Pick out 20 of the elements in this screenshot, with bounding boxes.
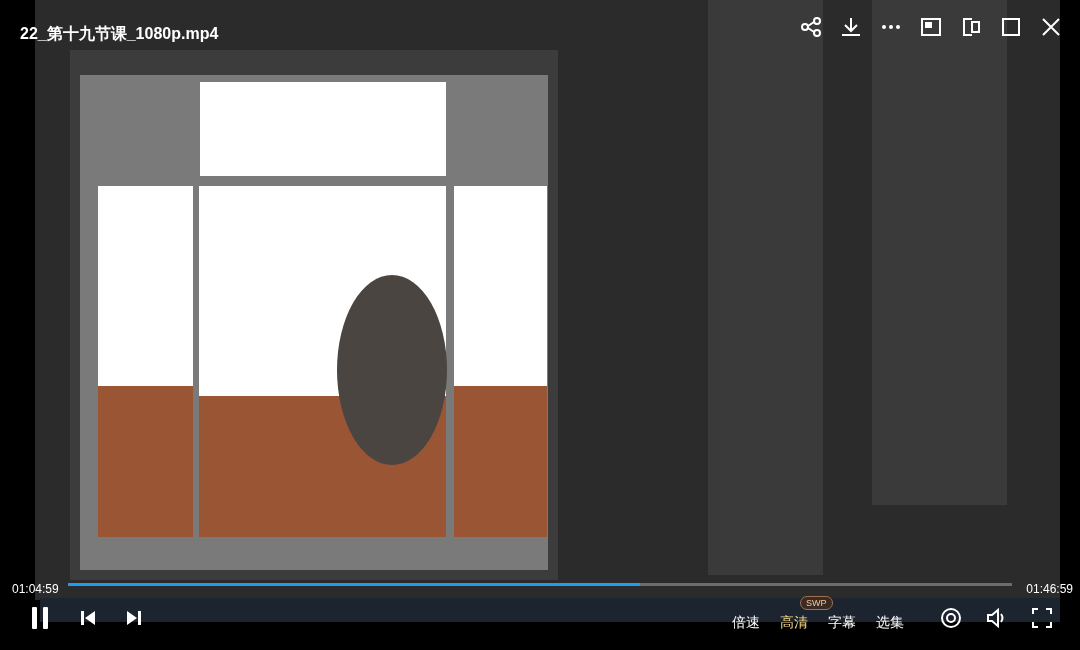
target-icon[interactable] [940,607,962,629]
pause-icon[interactable] [30,606,50,630]
pip-icon[interactable] [960,16,982,38]
mini-player-icon[interactable] [920,16,942,38]
option-button[interactable]: 字幕 [828,612,856,633]
progress-track[interactable] [68,583,1012,586]
elapsed-time: 01:04:59 [12,581,59,598]
share-icon[interactable] [800,16,822,38]
maximize-icon[interactable] [1000,16,1022,38]
fullscreen-icon[interactable] [1032,608,1052,628]
option-button[interactable]: 倍速 [732,612,760,633]
close-icon[interactable] [1040,16,1062,38]
video-title: 22_第十九节课_1080p.mp4 [20,24,219,44]
next-icon[interactable] [126,610,142,626]
vip-badge: SWP [800,596,833,610]
option-button[interactable]: 选集 [876,612,904,633]
option-button[interactable]: 高清 [780,612,808,633]
download-icon[interactable] [840,16,862,38]
duration-time: 01:46:59 [1026,581,1073,598]
previous-icon[interactable] [80,610,96,626]
